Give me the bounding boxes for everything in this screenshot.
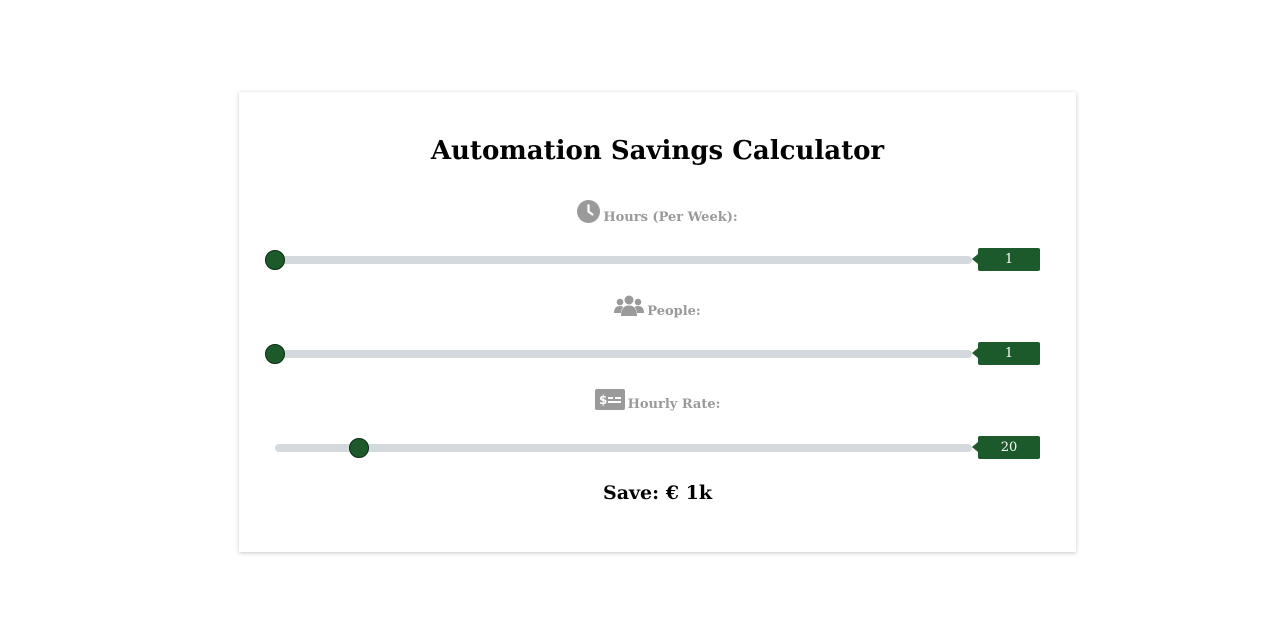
hours-slider-thumb[interactable] [265, 250, 285, 270]
people-slider-thumb[interactable] [265, 344, 285, 364]
money-bill-icon: $ [594, 389, 625, 414]
hours-label-row: Hours (Per Week): [239, 200, 1076, 227]
people-label: People: [647, 304, 701, 319]
rate-label-row: $ Hourly Rate: [239, 389, 1076, 414]
people-slider[interactable] [265, 344, 972, 364]
clock-icon [577, 200, 601, 227]
calculator-card: Automation Savings Calculator Hours (Per… [239, 92, 1076, 552]
svg-text:$: $ [599, 393, 607, 407]
rate-slider-thumb[interactable] [348, 438, 369, 458]
page-title: Automation Savings Calculator [430, 136, 885, 166]
hours-slider-track[interactable] [275, 256, 972, 264]
people-label-row: People: [239, 295, 1076, 321]
rate-value-badge: 20 [972, 436, 1040, 459]
people-value-badge: 1 [972, 342, 1040, 365]
users-icon [614, 295, 645, 321]
savings-result: Save: € 1k [602, 482, 712, 504]
hours-value-badge: 1 [972, 248, 1040, 271]
rate-slider-track[interactable] [275, 444, 972, 452]
people-slider-track[interactable] [275, 350, 972, 358]
rate-label: Hourly Rate: [627, 397, 721, 412]
hours-slider[interactable] [265, 250, 972, 270]
hours-label: Hours (Per Week): [603, 210, 738, 225]
rate-slider[interactable] [275, 438, 972, 458]
